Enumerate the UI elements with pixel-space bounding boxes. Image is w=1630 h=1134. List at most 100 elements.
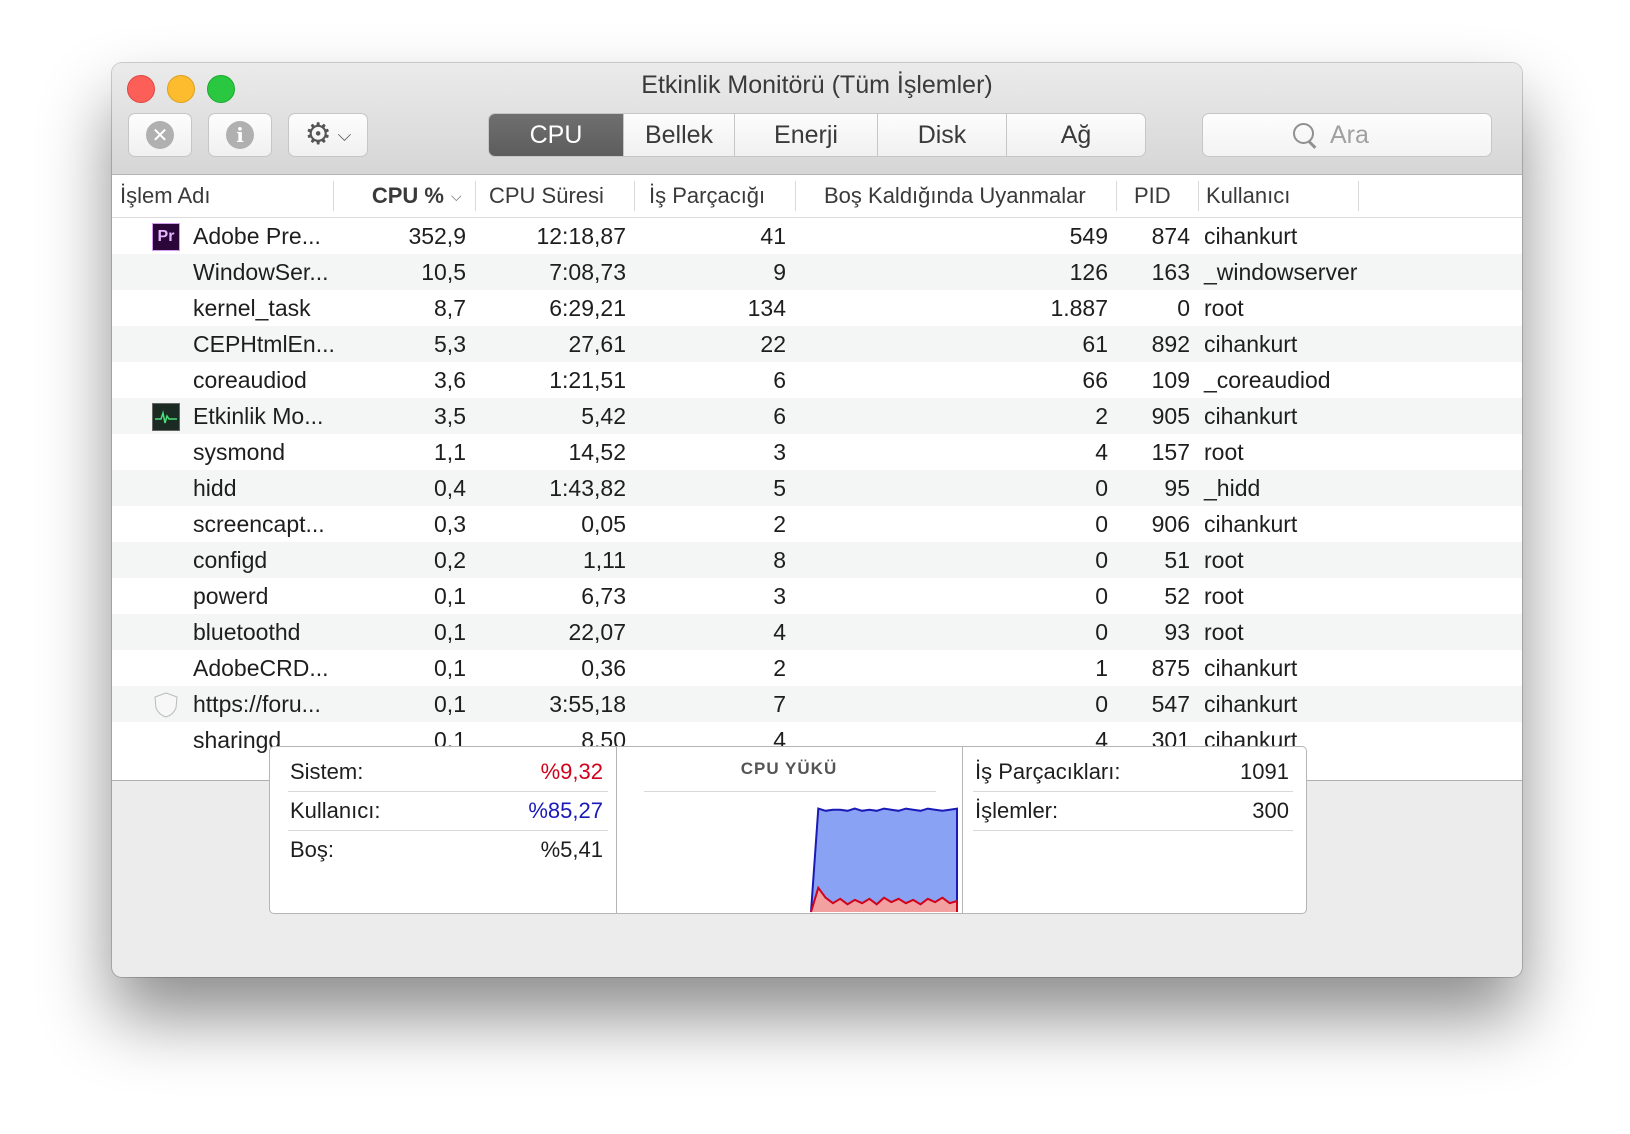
shield-icon xyxy=(152,691,180,719)
user-label: Kullanıcı: xyxy=(290,798,381,823)
idle-wake-ups: 1 xyxy=(1095,655,1108,681)
cpu-percent: 0,1 xyxy=(434,583,466,609)
table-row[interactable]: screencapt... 0,3 0,05 2 0 906 cihankurt xyxy=(112,506,1522,542)
search-field[interactable] xyxy=(1202,113,1492,157)
pid: 95 xyxy=(1164,475,1190,501)
user: cihankurt xyxy=(1204,403,1298,429)
table-body: Pr Adobe Pre... 352,9 12:18,87 41 549 874 cihan… xyxy=(112,218,1522,758)
thread-count: 6 xyxy=(773,403,786,429)
column-idle-wake-ups[interactable]: Boş Kaldığında Uyanmalar xyxy=(824,175,1124,217)
thread-count: 2 xyxy=(773,655,786,681)
cpu-percent: 0,1 xyxy=(434,691,466,717)
inspect-process-button[interactable]: i xyxy=(208,113,272,157)
table-row[interactable]: CEPHtmlEn... 5,3 27,61 22 61 892 cihankurt xyxy=(112,326,1522,362)
table-row[interactable]: Pr Adobe Pre... 352,9 12:18,87 41 549 874 cihan… xyxy=(112,218,1522,254)
cpu-time: 7:08,73 xyxy=(549,259,626,285)
user: _hidd xyxy=(1204,475,1261,501)
column-process-name[interactable]: İşlem Adı xyxy=(120,175,320,217)
cpu-time: 1:21,51 xyxy=(549,367,626,393)
thread-count: 7 xyxy=(773,691,786,717)
tab-energy[interactable]: Enerji xyxy=(734,114,877,156)
idle-wake-ups: 126 xyxy=(1069,259,1108,285)
table-row[interactable]: hidd 0,4 1:43,82 5 0 95 _hidd xyxy=(112,470,1522,506)
process-name: WindowSer... xyxy=(193,259,329,285)
user: root xyxy=(1204,583,1244,609)
idle-wake-ups: 0 xyxy=(1095,475,1108,501)
process-name: sysmond xyxy=(193,439,286,465)
column-cpu-percent[interactable]: CPU % xyxy=(334,175,464,217)
column-divider[interactable] xyxy=(1358,181,1359,211)
user: cihankurt xyxy=(1204,511,1298,537)
cpu-percent: 352,9 xyxy=(408,223,466,249)
column-user[interactable]: Kullanıcı xyxy=(1206,175,1356,217)
table-row[interactable]: coreaudiod 3,6 1:21,51 6 66 109 _coreaudiod xyxy=(112,362,1522,398)
thread-count: 9 xyxy=(773,259,786,285)
actions-menu-button[interactable]: ⚙ ⌵ xyxy=(288,113,368,157)
cpu-time: 0,36 xyxy=(581,655,626,681)
idle-wake-ups: 0 xyxy=(1095,511,1108,537)
idle-wake-ups: 549 xyxy=(1069,223,1108,249)
processes-value: 300 xyxy=(1252,798,1289,823)
column-divider[interactable] xyxy=(1198,181,1199,211)
pid: 547 xyxy=(1151,691,1190,717)
cpu-percent: 10,5 xyxy=(421,259,466,285)
user: cihankurt xyxy=(1204,331,1298,357)
column-pid[interactable]: PID xyxy=(1134,175,1194,217)
pid: 905 xyxy=(1151,403,1190,429)
process-name: bluetoothd xyxy=(193,619,301,645)
chevron-down-icon: ⌵ xyxy=(337,124,352,145)
cpu-time: 5,42 xyxy=(581,403,626,429)
process-name: AdobeCRD... xyxy=(193,655,329,681)
cpu-percent: 0,2 xyxy=(434,547,466,573)
premiere-icon: Pr xyxy=(152,223,180,251)
system-stat: Sistem: %9,32 xyxy=(290,753,603,791)
user: root xyxy=(1204,619,1244,645)
cpu-percent: 5,3 xyxy=(434,331,466,357)
process-name: Adobe Pre... xyxy=(193,223,321,249)
process-name: kernel_task xyxy=(193,295,311,321)
column-divider[interactable] xyxy=(634,181,635,211)
user: root xyxy=(1204,295,1244,321)
quit-process-button[interactable]: ✕ xyxy=(128,113,192,157)
tab-disk[interactable]: Disk xyxy=(877,114,1006,156)
cpu-percent: 8,7 xyxy=(434,295,466,321)
stop-icon: ✕ xyxy=(146,121,174,149)
user: cihankurt xyxy=(1204,223,1298,249)
pid: 93 xyxy=(1164,619,1190,645)
table-row[interactable]: AdobeCRD... 0,1 0,36 2 1 875 cihankurt xyxy=(112,650,1522,686)
column-divider[interactable] xyxy=(795,181,796,211)
table-header: İşlem Adı CPU % ⌵ CPU Süresi İş Parçacığ… xyxy=(112,175,1522,218)
cpu-time: 1:43,82 xyxy=(549,475,626,501)
table-row[interactable]: bluetoothd 0,1 22,07 4 0 93 root xyxy=(112,614,1522,650)
table-row[interactable]: sysmond 1,1 14,52 3 4 157 root xyxy=(112,434,1522,470)
table-row[interactable]: Etkinlik Mo... 3,5 5,42 6 2 905 cihankurt xyxy=(112,398,1522,434)
column-divider[interactable] xyxy=(1116,181,1117,211)
thread-count: 22 xyxy=(760,331,786,357)
table-row[interactable]: WindowSer... 10,5 7:08,73 9 126 163 _windowser… xyxy=(112,254,1522,290)
idle-wake-ups: 4 xyxy=(1095,439,1108,465)
idle-wake-ups: 66 xyxy=(1082,367,1108,393)
window-title: Etkinlik Monitörü (Tüm İşlemler) xyxy=(641,71,993,99)
column-threads[interactable]: İş Parçacığı xyxy=(649,175,799,217)
tab-memory[interactable]: Bellek xyxy=(623,114,734,156)
search-icon xyxy=(1292,122,1318,148)
pid: 892 xyxy=(1151,331,1190,357)
tab-cpu[interactable]: CPU xyxy=(489,114,623,156)
tab-network[interactable]: Ağ xyxy=(1006,114,1145,156)
table-row[interactable]: configd 0,2 1,11 8 0 51 root xyxy=(112,542,1522,578)
table-row[interactable]: powerd 0,1 6,73 3 0 52 root xyxy=(112,578,1522,614)
user: root xyxy=(1204,439,1244,465)
table-row[interactable]: https://foru... 0,1 3:55,18 7 0 547 cihankurt xyxy=(112,686,1522,722)
cpu-time: 22,07 xyxy=(568,619,626,645)
cpu-time: 6,73 xyxy=(581,583,626,609)
table-row[interactable]: kernel_task 8,7 6:29,21 134 1.887 0 root xyxy=(112,290,1522,326)
series-area-user xyxy=(811,808,957,912)
cpu-percent: 0,3 xyxy=(434,511,466,537)
user: cihankurt xyxy=(1204,655,1298,681)
tab-bar: CPU Bellek Enerji Disk Ağ xyxy=(488,113,1146,157)
idle-wake-ups: 0 xyxy=(1095,619,1108,645)
user: _coreaudiod xyxy=(1204,367,1331,393)
column-divider[interactable] xyxy=(475,181,476,211)
column-cpu-time[interactable]: CPU Süresi xyxy=(489,175,639,217)
search-input[interactable] xyxy=(1328,119,1402,151)
